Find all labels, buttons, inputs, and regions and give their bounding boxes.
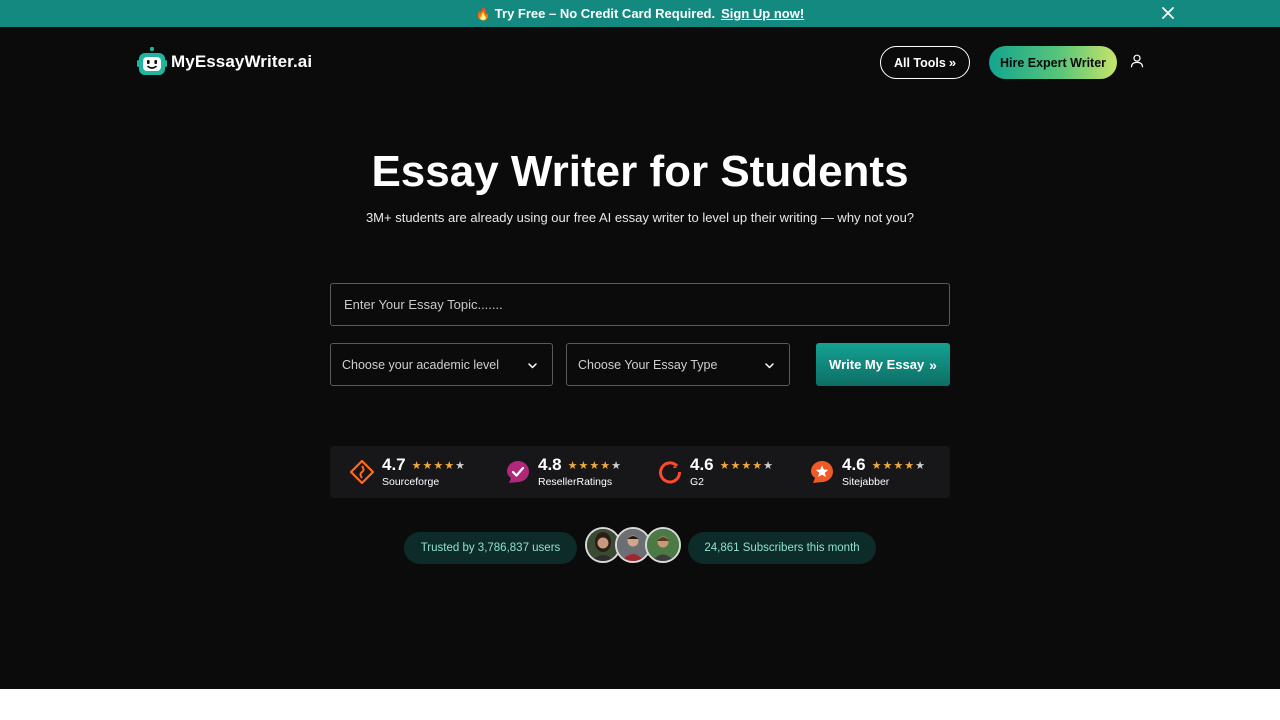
rating-score: 4.8 — [538, 455, 562, 474]
write-my-essay-label: Write My Essay — [829, 357, 925, 372]
resellerratings-icon — [507, 461, 529, 483]
chevron-down-icon — [765, 363, 774, 369]
rating-score: 4.6 — [842, 455, 866, 474]
close-icon[interactable] — [1160, 5, 1176, 21]
logo[interactable]: MyEssayWriter.ai — [137, 47, 312, 77]
rating-source: Sitejabber — [842, 476, 890, 488]
all-tools-button[interactable]: All Tools » — [880, 46, 970, 79]
sign-up-link[interactable]: Sign Up now! — [721, 6, 804, 21]
trusted-users-badge: Trusted by 3,786,837 users — [404, 532, 577, 564]
subscribers-badge: 24,861 Subscribers this month — [688, 532, 876, 564]
double-chevron-right-icon: » — [929, 356, 937, 373]
subscribers-text: 24,861 Subscribers this month — [704, 542, 860, 554]
rating-sourceforge[interactable]: 4.7 ★★★★★ Sourceforge — [350, 455, 466, 488]
fire-icon: 🔥 — [475, 6, 491, 21]
ratings-bar: 4.7 ★★★★★ Sourceforge 4.8 ★★★★★ Reseller… — [330, 446, 950, 498]
rating-text: 4.6 ★★★★★ G2 — [690, 455, 774, 488]
rating-score: 4.7 — [382, 455, 406, 474]
rating-source: ResellerRatings — [538, 476, 613, 488]
star-rating-icon: ★★★★★ — [567, 459, 622, 472]
rating-source: Sourceforge — [382, 476, 440, 488]
sitejabber-icon — [811, 461, 833, 483]
page-title: Essay Writer for Students — [371, 147, 909, 196]
logo-text: MyEssayWriter.ai — [171, 52, 313, 71]
rating-resellerratings[interactable]: 4.8 ★★★★★ ResellerRatings — [506, 455, 622, 488]
avatar — [645, 527, 681, 563]
g2-icon: 2 — [659, 461, 682, 484]
page-bottom — [0, 689, 1280, 720]
robot-logo-icon — [137, 47, 167, 75]
page: 🔥 Try Free – No Credit Card Required. Si… — [0, 0, 1280, 720]
rating-g2[interactable]: 2 4.6 ★★★★★ G2 — [658, 455, 774, 488]
hero-section: MyEssayWriter.ai All Tools » Hire Expert… — [0, 27, 1280, 689]
star-rating-icon: ★★★★★ — [719, 459, 774, 472]
chevron-down-icon — [528, 363, 537, 369]
rating-text: 4.6 ★★★★★ Sitejabber — [842, 455, 926, 488]
trusted-users-text: Trusted by 3,786,837 users — [420, 542, 561, 554]
rating-text: 4.8 ★★★★★ ResellerRatings — [538, 455, 622, 488]
star-rating-icon: ★★★★★ — [411, 459, 466, 472]
sourceforge-icon — [350, 460, 374, 484]
academic-level-label: Choose your academic level — [342, 357, 500, 372]
user-avatars — [585, 527, 681, 565]
rating-score: 4.6 — [690, 455, 714, 474]
svg-text:2: 2 — [673, 463, 677, 470]
promo-text: Try Free – No Credit Card Required. — [494, 6, 716, 21]
academic-level-select[interactable]: Choose your academic level — [330, 343, 553, 386]
rating-text: 4.7 ★★★★★ Sourceforge — [382, 455, 466, 488]
rating-source: G2 — [690, 476, 705, 488]
rating-sitejabber[interactable]: 4.6 ★★★★★ Sitejabber — [810, 455, 926, 488]
essay-topic-input[interactable] — [330, 283, 950, 326]
essay-type-label: Choose Your Essay Type — [578, 357, 718, 372]
hire-expert-writer-button[interactable]: Hire Expert Writer — [989, 46, 1117, 79]
user-icon[interactable] — [1130, 54, 1144, 68]
page-subtitle: 3M+ students are already using our free … — [365, 210, 915, 225]
all-tools-label: All Tools — [893, 55, 946, 70]
essay-type-select[interactable]: Choose Your Essay Type — [566, 343, 790, 386]
promo-bar: 🔥 Try Free – No Credit Card Required. Si… — [0, 0, 1280, 27]
hire-label: Hire Expert Writer — [999, 55, 1107, 70]
double-chevron-right-icon: » — [948, 55, 957, 70]
star-rating-icon: ★★★★★ — [871, 459, 926, 472]
write-my-essay-button[interactable]: Write My Essay » — [816, 343, 950, 386]
